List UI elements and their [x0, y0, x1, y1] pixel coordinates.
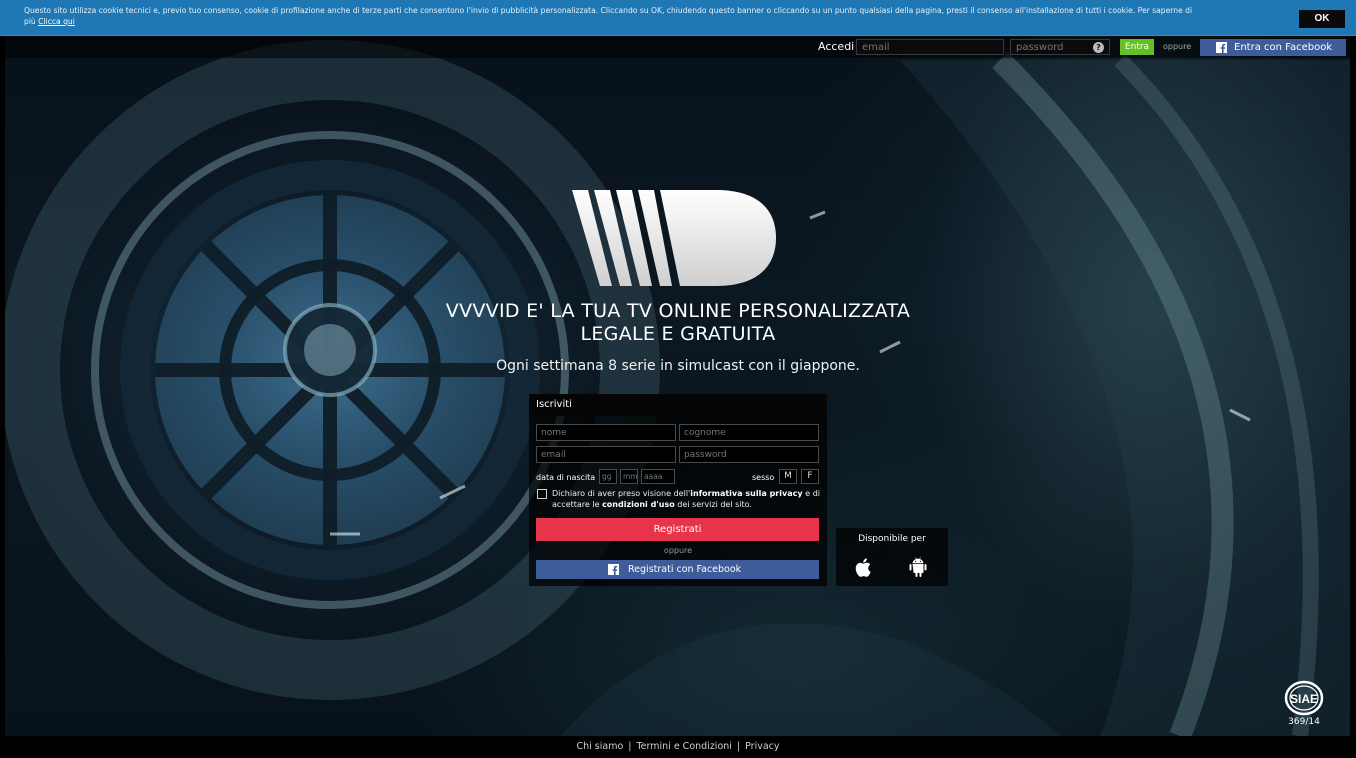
dob-month-input[interactable]	[620, 469, 638, 484]
privacy-consent-text: Dichiaro di aver preso visione dell'info…	[552, 488, 820, 510]
footer-link-about[interactable]: Chi siamo	[576, 741, 623, 752]
hero-tagline: Ogni settimana 8 serie in simulcast con …	[496, 358, 860, 374]
register-name-input[interactable]	[536, 424, 676, 441]
facebook-register-button[interactable]: Registrati con Facebook	[536, 560, 819, 579]
headline-line1: VVVVID E' LA TUA TV ONLINE PERSONALIZZAT…	[445, 300, 911, 322]
terms-link[interactable]: condizioni d'uso	[602, 500, 675, 509]
footer-separator: |	[628, 741, 632, 752]
footer-link-terms[interactable]: Termini e Condizioni	[636, 741, 731, 752]
cookie-ok-button[interactable]: OK	[1299, 10, 1345, 28]
siae-logo: SIAE	[1284, 680, 1324, 716]
help-icon[interactable]: ?	[1093, 42, 1104, 53]
hero-headline: VVVVID E' LA TUA TV ONLINE PERSONALIZZAT…	[378, 300, 978, 346]
vvvvid-logo	[572, 190, 776, 286]
register-panel: Iscriviti data di nascita sesso M F Dich…	[529, 394, 827, 586]
facebook-icon	[1216, 42, 1227, 53]
cookie-text-line1: Questo sito utilizza cookie tecnici e, p…	[24, 6, 1193, 15]
background-scene	[0, 0, 1356, 758]
cookie-text-line2: più	[24, 17, 36, 26]
footer: Chi siamo | Termini e Condizioni | Privacy	[0, 741, 1356, 752]
footer-separator: |	[736, 741, 741, 752]
login-or-label: oppure	[1163, 42, 1192, 51]
facebook-login-label: Entra con Facebook	[1234, 42, 1333, 53]
register-password-input[interactable]	[679, 446, 819, 463]
facebook-login-button[interactable]: Entra con Facebook	[1200, 39, 1346, 56]
svg-text:SIAE: SIAE	[1290, 692, 1318, 706]
privacy-checkbox[interactable]	[537, 489, 547, 499]
sex-m-button[interactable]: M	[779, 469, 797, 484]
available-title: Disponibile per	[858, 534, 926, 544]
footer-link-privacy[interactable]: Privacy	[745, 741, 779, 752]
register-title: Iscriviti	[529, 394, 827, 416]
cookie-info-link[interactable]: Clicca qui	[38, 17, 75, 26]
siae-number: 369/14	[1288, 717, 1320, 727]
register-button[interactable]: Registrati	[536, 518, 819, 541]
android-icon[interactable]	[909, 557, 927, 577]
register-or-label: oppure	[663, 546, 693, 555]
apple-icon[interactable]	[855, 558, 871, 577]
facebook-icon	[608, 564, 619, 575]
privacy-suffix: dei servizi del sito.	[674, 500, 752, 509]
dob-year-input[interactable]	[641, 469, 675, 484]
available-platforms-panel: Disponibile per	[836, 528, 948, 586]
login-email-input[interactable]	[856, 39, 1004, 55]
login-bar: Accedi ? Entra oppure Entra con Facebook	[0, 36, 1356, 58]
register-surname-input[interactable]	[679, 424, 819, 441]
register-email-input[interactable]	[536, 446, 676, 463]
sex-f-button[interactable]: F	[801, 469, 819, 484]
cookie-banner: Questo sito utilizza cookie tecnici e, p…	[0, 0, 1356, 36]
facebook-register-label: Registrati con Facebook	[628, 564, 742, 575]
dob-day-input[interactable]	[599, 469, 617, 484]
cookie-notice-text: Questo sito utilizza cookie tecnici e, p…	[24, 5, 1294, 27]
login-submit-button[interactable]: Entra	[1120, 39, 1154, 55]
sex-label: sesso	[752, 473, 775, 482]
privacy-policy-link[interactable]: informativa sulla privacy	[690, 489, 802, 498]
headline-line2: LEGALE E GRATUITA	[580, 323, 776, 345]
dob-label: data di nascita	[536, 473, 596, 482]
privacy-prefix: Dichiaro di aver preso visione dell'	[552, 489, 691, 498]
login-label: Accedi	[818, 40, 855, 53]
